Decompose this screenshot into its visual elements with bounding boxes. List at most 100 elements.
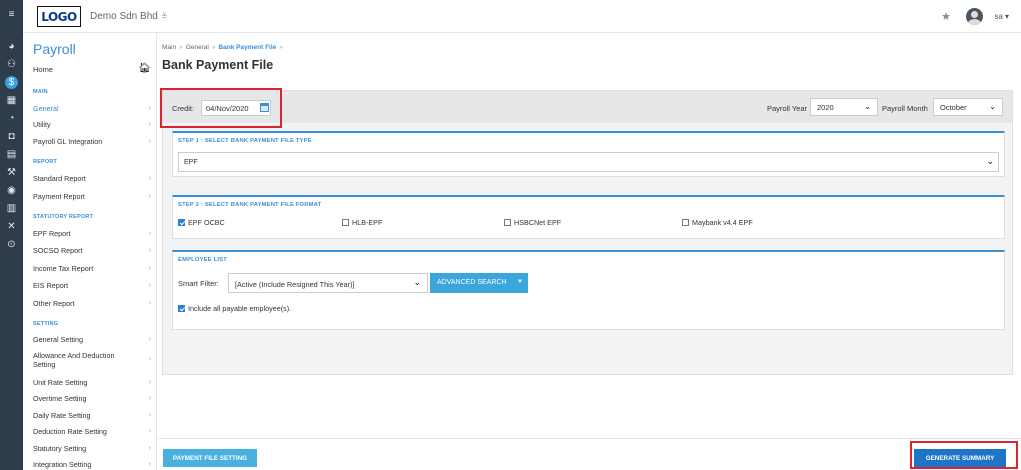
menu-icon[interactable]: ≡ xyxy=(5,8,18,21)
sidebar-item-payroll-gl-integration[interactable]: Payroll GL Integration › xyxy=(33,137,151,146)
format-checkbox-maybank-v44-epf[interactable]: Maybank v4.4 EPF xyxy=(682,218,753,227)
chevron-down-icon: ⌄ xyxy=(986,156,994,166)
avatar[interactable] xyxy=(966,8,983,25)
payroll-year-select[interactable]: 2020 ⌄ xyxy=(810,98,878,116)
sidebar-item-label: General xyxy=(33,104,59,113)
section-setting: SETTING xyxy=(33,321,59,327)
clock-icon[interactable]: ◔ xyxy=(5,112,18,125)
sidebar-item-utility[interactable]: Utility › xyxy=(33,120,151,129)
sidebar-item-integration-setting[interactable]: Integration Setting › xyxy=(33,460,151,469)
step2-heading: STEP 2 : SELECT BANK PAYMENT FILE FORMAT xyxy=(178,202,322,208)
section-statutory-report: STATUTORY REPORT xyxy=(33,214,94,220)
breadcrumb-separator: » xyxy=(279,44,283,51)
payment-file-setting-button[interactable]: PAYMENT FILE SETTING xyxy=(163,449,257,467)
top-bar: LOGO Demo Sdn Bhd ≚ ★ sa ▾ xyxy=(23,0,1021,33)
chevron-right-icon: › xyxy=(148,379,151,386)
logo-text: LOGO xyxy=(41,9,77,24)
payroll-year-value: 2020 xyxy=(817,103,834,112)
chevron-right-icon: › xyxy=(148,265,151,272)
sidebar-item-eis-report[interactable]: EIS Report › xyxy=(33,281,151,290)
breadcrumb-general[interactable]: General xyxy=(186,44,209,51)
sidebar-item-label: Other Report xyxy=(33,299,75,308)
sidebar-item-label: Payroll GL Integration xyxy=(33,137,103,146)
format-checkbox-hlb-epf[interactable]: HLB-EPF xyxy=(342,218,382,227)
sidebar-item-general-setting[interactable]: General Setting › xyxy=(33,335,151,344)
checkbox-label: Include all payable employee(s). xyxy=(188,304,292,313)
dashboard-icon[interactable]: ◕ xyxy=(5,40,18,53)
chevron-right-icon: › xyxy=(148,247,151,254)
sidebar-item-label: Income Tax Report xyxy=(33,264,94,273)
sidebar-item-statutory-setting[interactable]: Statutory Setting › xyxy=(33,444,151,453)
credit-row: Credit: 04/Nov/2020 Payroll Year 2020 ⌄ P… xyxy=(163,91,1012,123)
breadcrumb-separator: » xyxy=(179,44,183,51)
wrench-icon[interactable]: ✕ xyxy=(5,220,18,233)
caret-down-icon: ▼ xyxy=(517,279,523,285)
favorite-star-icon[interactable]: ★ xyxy=(941,10,951,23)
sidebar-item-other-report[interactable]: Other Report › xyxy=(33,299,151,308)
people-icon[interactable]: ⚇ xyxy=(5,58,18,71)
sidebar-item-daily-rate-setting[interactable]: Daily Rate Setting › xyxy=(33,411,151,420)
breadcrumb-main[interactable]: Main xyxy=(162,44,176,51)
checkbox-label: HSBCNet EPF xyxy=(514,218,562,227)
include-all-payable-checkbox[interactable]: Include all payable employee(s). xyxy=(178,304,291,313)
sidebar-item-standard-report[interactable]: Standard Report › xyxy=(33,174,151,183)
chevron-right-icon: › xyxy=(148,300,151,307)
smart-filter-value: [Active (Include Resigned This Year)] xyxy=(235,280,355,289)
payroll-month-select[interactable]: October ⌄ xyxy=(933,98,1003,116)
claims-icon[interactable]: ▤ xyxy=(5,148,18,161)
chevron-down-icon: ⌄ xyxy=(864,102,871,111)
generate-summary-highlight-box xyxy=(910,441,1018,469)
sidebar-item-socso-report[interactable]: SOCSO Report › xyxy=(33,246,151,255)
chevron-right-icon: › xyxy=(148,138,151,145)
format-checkbox-hsbcnet-epf[interactable]: HSBCNet EPF xyxy=(504,218,561,227)
checkbox-checked-icon[interactable] xyxy=(178,305,185,312)
format-checkbox-epf-ocbc[interactable]: EPF OCBC xyxy=(178,218,225,227)
file-type-value: EPF xyxy=(184,159,198,166)
sidebar-item-income-tax-report[interactable]: Income Tax Report › xyxy=(33,264,151,273)
chevron-down-icon: ⌄ xyxy=(413,277,421,287)
sidebar-item-unit-rate-setting[interactable]: Unit Rate Setting › xyxy=(33,378,151,387)
sidebar-item-epf-report[interactable]: EPF Report › xyxy=(33,229,151,238)
payroll-month-value: October xyxy=(940,103,967,112)
sidebar-item-label: Standard Report xyxy=(33,174,86,183)
advanced-search-button[interactable]: ADVANCED SEARCH ▼ xyxy=(430,273,528,293)
sidebar-item-label: Unit Rate Setting xyxy=(33,378,88,387)
grid-icon[interactable]: ▥ xyxy=(5,202,18,215)
globe-icon[interactable]: ◉ xyxy=(5,184,18,197)
sidebar-item-allowance-deduction-setting[interactable]: Allowance And Deduction Setting › xyxy=(33,351,151,369)
checkbox-icon[interactable] xyxy=(504,219,511,226)
sidebar-item-label: SOCSO Report xyxy=(33,246,83,255)
breadcrumb-separator: » xyxy=(211,44,216,51)
checkbox-checked-icon[interactable] xyxy=(178,219,185,226)
sidebar-title: Payroll xyxy=(33,41,76,57)
sidebar-item-label: EIS Report xyxy=(33,281,69,290)
calendar-icon[interactable]: ▦ xyxy=(5,94,18,107)
sidebar-item-general[interactable]: General › xyxy=(33,104,151,113)
payroll-dollar-icon[interactable]: $ xyxy=(5,76,18,89)
settings-icon[interactable]: ⊙ xyxy=(5,238,18,251)
checkbox-icon[interactable] xyxy=(342,219,349,226)
sidebar-item-label: Deduction Rate Setting xyxy=(33,427,107,436)
checkbox-label: EPF OCBC xyxy=(188,218,225,227)
user-menu[interactable]: sa ▾ xyxy=(994,12,1009,21)
main-content: Main» General» Bank Payment File» Bank Pay… xyxy=(158,33,1021,470)
checkbox-label: HLB-EPF xyxy=(352,218,383,227)
chevron-right-icon: › xyxy=(148,282,151,289)
sidebar-item-payment-report[interactable]: Payment Report › xyxy=(33,192,151,201)
company-selector[interactable]: Demo Sdn Bhd ≚ xyxy=(90,11,168,22)
sidebar-item-label: Allowance And Deduction Setting xyxy=(33,351,115,369)
smart-filter-select[interactable]: [Active (Include Resigned This Year)] ⌄ xyxy=(228,273,428,293)
tools-icon[interactable]: ⚒ xyxy=(5,166,18,179)
sidebar-item-home[interactable]: Home 🏠︎ xyxy=(33,63,151,74)
bank-payment-file-type-select[interactable]: EPF ⌄ xyxy=(178,152,999,172)
sidebar-item-overtime-setting[interactable]: Overtime Setting › xyxy=(33,394,151,403)
document-icon[interactable]: ◘ xyxy=(5,130,18,143)
sidebar-item-label: General Setting xyxy=(33,335,83,344)
company-logo[interactable]: LOGO xyxy=(37,6,81,27)
chevron-right-icon: › xyxy=(148,230,151,237)
checkbox-icon[interactable] xyxy=(682,219,689,226)
sidebar-item-label: Overtime Setting xyxy=(33,394,87,403)
chevron-right-icon: › xyxy=(148,412,151,419)
icon-rail: ≡ ◕ ⚇ $ ▦ ◔ ◘ ▤ ⚒ ◉ ▥ ✕ ⊙ xyxy=(0,0,23,470)
sidebar-item-deduction-rate-setting[interactable]: Deduction Rate Setting › xyxy=(33,427,151,436)
